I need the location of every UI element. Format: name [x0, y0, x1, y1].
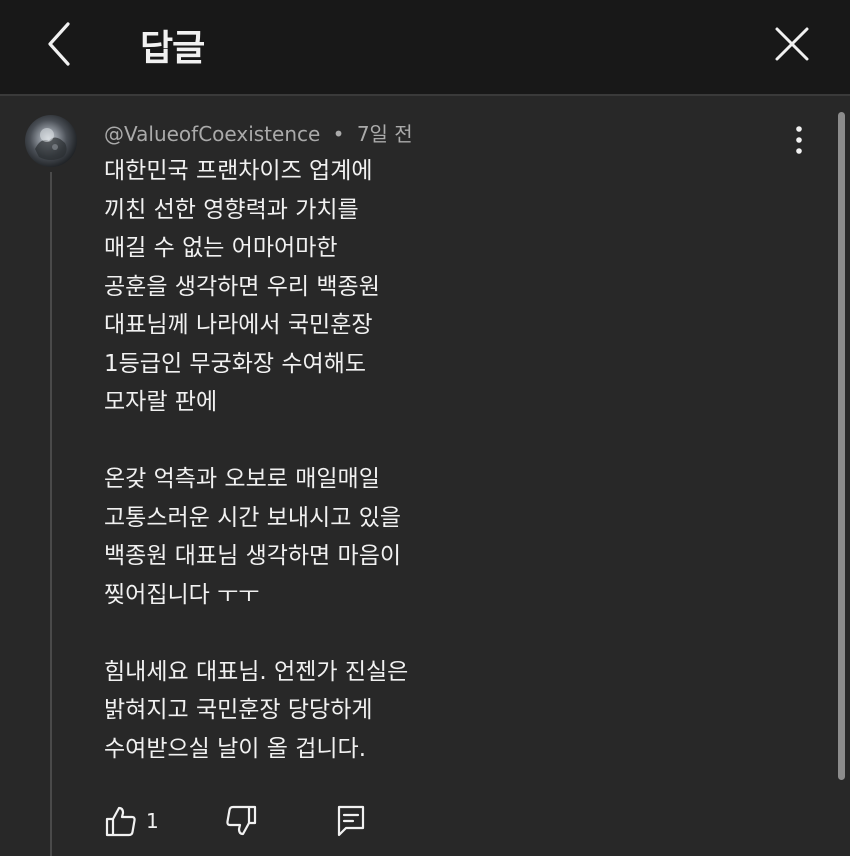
avatar[interactable]: [25, 115, 77, 167]
comment-line: 공훈을 생각하면 우리 백종원: [104, 273, 380, 300]
more-options-button[interactable]: [784, 124, 814, 158]
comment-line: 대표님께 나라에서 국민훈장: [104, 312, 373, 338]
comment-text: 대한민국 프랜차이즈 업계에 끼친 선한 영향력과 가치를 매길 수 없는 어마…: [104, 152, 744, 768]
comment-line: 매길 수 없는 어마어마한: [104, 235, 338, 261]
comment-meta: @ValueofCoexistence • 7일 전: [104, 118, 413, 147]
comment-line: 1등급인 무궁화장 수여해도: [104, 350, 367, 377]
top-bar: 답글: [0, 0, 850, 94]
comment-author[interactable]: @ValueofCoexistence: [104, 122, 320, 146]
comment-line: 끼친 선한 영향력과 가치를: [104, 196, 359, 223]
header-divider: [0, 94, 850, 96]
scrollbar[interactable]: [838, 112, 845, 780]
comment-icon: [337, 805, 365, 837]
close-icon: [775, 27, 809, 61]
chevron-left-icon: [48, 22, 70, 66]
comment-line: 찢어집니다 ㅜㅜ: [104, 581, 260, 608]
close-button[interactable]: [770, 22, 814, 66]
avatar-image: [35, 128, 67, 160]
comment-line: 온갖 억측과 오보로 매일매일: [104, 466, 380, 492]
comment-line: 모자랄 판에: [104, 389, 218, 415]
back-button[interactable]: [40, 20, 80, 68]
page-title: 답글: [140, 28, 205, 69]
comment-line: 밝혀지고 국민훈장 당당하게: [104, 697, 373, 723]
thumbs-down-icon: [226, 805, 257, 836]
more-vertical-icon: [796, 126, 802, 154]
comment-line: [104, 422, 744, 461]
meta-separator: •: [332, 122, 345, 146]
dislike-button[interactable]: [224, 804, 258, 838]
reply-button[interactable]: [336, 804, 366, 838]
like-button[interactable]: [104, 804, 138, 838]
comment-line: 수여받으실 날이 올 겁니다.: [104, 735, 367, 762]
comment-line: 백종원 대표님 생각하면 마음이: [104, 543, 402, 569]
comment-line: [104, 614, 744, 653]
comment-time: 7일 전: [356, 122, 413, 146]
comment-line: 힘내세요 대표님. 언젠가 진실은: [104, 658, 409, 685]
thumbs-up-icon: [105, 806, 136, 837]
like-count: 1: [146, 809, 159, 833]
comment-line: 대한민국 프랜차이즈 업계에: [104, 158, 373, 184]
thread-line: [50, 172, 52, 856]
comment-line: 고통스러운 시간 보내시고 있을: [104, 504, 402, 531]
